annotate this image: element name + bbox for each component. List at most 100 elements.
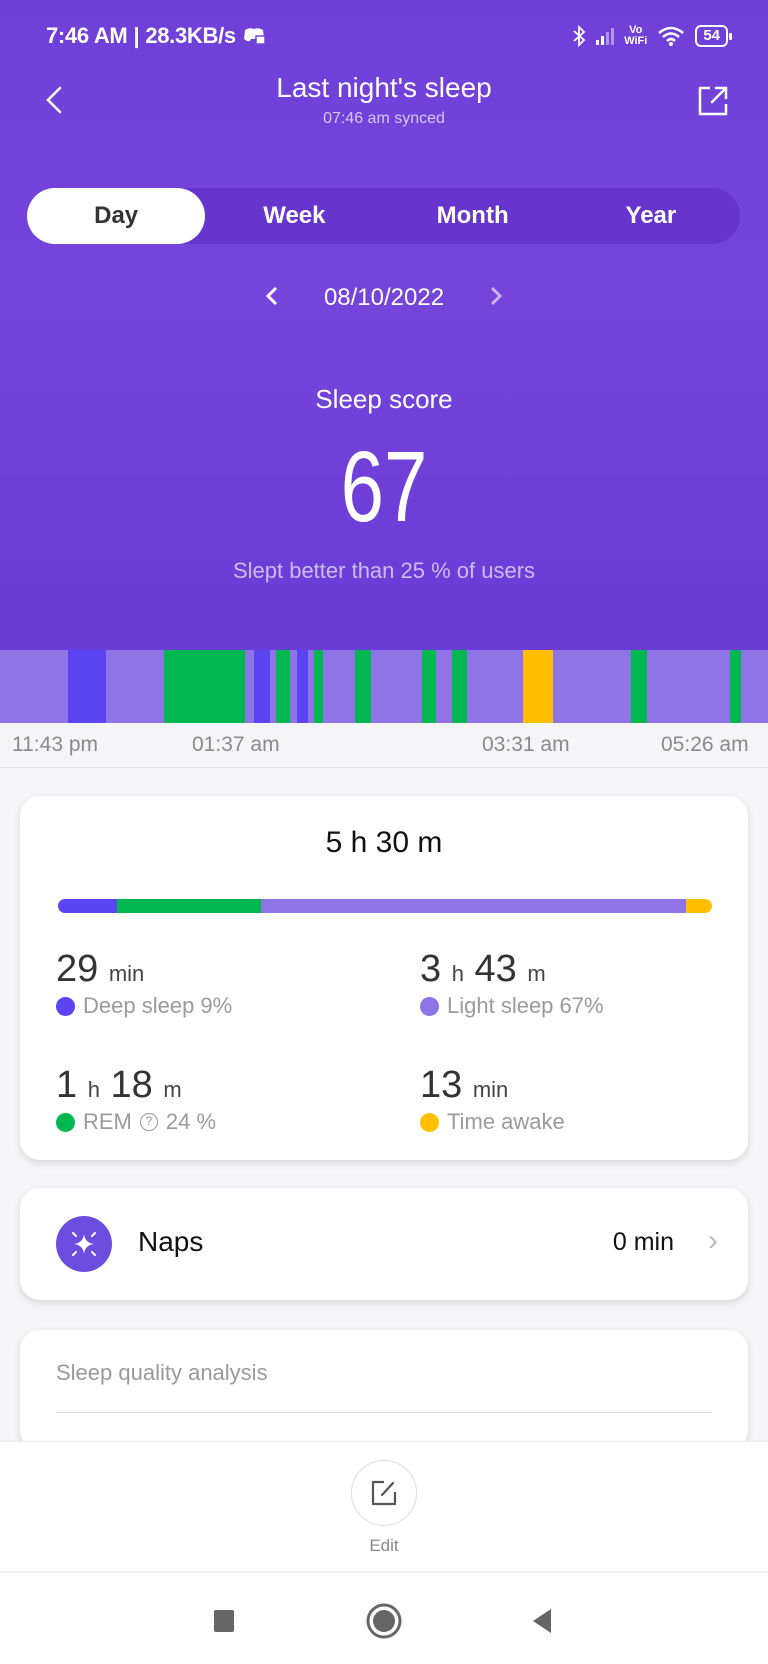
timeline-segment-light xyxy=(552,650,632,723)
signal-icon xyxy=(596,27,615,45)
timeline-segment-light xyxy=(370,650,422,723)
timeline-segment-light xyxy=(244,650,255,723)
timeline-segment-light xyxy=(0,650,69,723)
timeline-segment-deep xyxy=(297,650,308,723)
chevron-left-icon xyxy=(265,286,277,305)
square-icon xyxy=(214,1610,234,1632)
rem-percent: 24 % xyxy=(165,1109,217,1134)
timeline-segment-light xyxy=(290,650,298,723)
naps-label: Naps xyxy=(138,1226,204,1257)
light-minutes: 43 xyxy=(474,948,517,990)
light-label: Light sleep 67% xyxy=(447,993,604,1018)
bluetooth-icon xyxy=(573,25,586,47)
tab-week[interactable]: Week xyxy=(205,188,383,244)
rem-minutes: 18 xyxy=(110,1064,153,1106)
stat-awake: 13 min Time awake xyxy=(420,1064,740,1135)
timeline-segment-deep xyxy=(68,650,106,723)
timeline-segment-rem xyxy=(314,650,324,723)
share-icon xyxy=(698,86,728,116)
triangle-back-icon xyxy=(533,1609,551,1633)
rem-dot-icon xyxy=(56,1112,75,1132)
sleep-score-comparison: Slept better than 25 % of users xyxy=(232,558,536,583)
chevron-right-icon: › xyxy=(708,1224,718,1257)
period-tabs: Day Week Month Year xyxy=(27,188,740,244)
timeline-segment-rem xyxy=(452,650,467,723)
breakdown-segment-rem xyxy=(116,899,261,913)
back-nav-button[interactable] xyxy=(522,1601,562,1641)
circle-icon xyxy=(366,1603,402,1639)
tick-label: 11:43 pm xyxy=(12,733,98,756)
timeline-segment-awake xyxy=(523,650,553,723)
home-button[interactable] xyxy=(364,1601,404,1641)
breakdown-segment-awake xyxy=(685,899,712,913)
date-navigator: 08/10/2022 xyxy=(0,278,768,318)
awake-dot-icon xyxy=(420,1112,439,1132)
light-dot-icon xyxy=(420,996,439,1016)
light-hours-unit: h xyxy=(451,961,464,986)
hero-header: 7:46 AM | 28.3KB/s Vo WiFi 54 Last night'… xyxy=(0,0,768,650)
naps-card[interactable]: Naps 0 min › xyxy=(20,1188,748,1300)
wifi-icon xyxy=(658,26,685,46)
edit-bar: Edit xyxy=(0,1441,768,1571)
question-circle-icon[interactable]: ? xyxy=(139,1113,158,1131)
tab-day[interactable]: Day xyxy=(27,188,206,244)
status-time: 7:46 AM xyxy=(46,23,128,48)
current-date: 08/10/2022 xyxy=(323,284,445,311)
breakdown-segment-light xyxy=(260,899,686,913)
recents-button[interactable] xyxy=(204,1601,244,1641)
sleep-quality-card: Sleep quality analysis xyxy=(20,1330,748,1450)
sparkle-icon xyxy=(56,1216,112,1272)
timeline-segment-deep xyxy=(254,650,271,723)
edit-button[interactable] xyxy=(351,1460,417,1526)
light-hours: 3 xyxy=(420,948,442,990)
page-title: Last night's sleep xyxy=(276,72,492,103)
sync-status: 07:46 am synced xyxy=(323,110,445,127)
sleep-stage-timeline[interactable] xyxy=(0,650,768,723)
title-bar: Last night's sleep 07:46 am synced xyxy=(0,70,768,140)
tick-label: 01:37 am xyxy=(192,733,280,756)
edit-label: Edit xyxy=(369,1536,399,1555)
rem-hours-unit: h xyxy=(87,1077,100,1102)
tick-label: 05:26 am xyxy=(661,733,749,756)
rem-hours: 1 xyxy=(56,1064,78,1106)
timeline-segment-light xyxy=(646,650,730,723)
timeline-segment-light xyxy=(466,650,523,723)
vowifi-icon: Vo WiFi xyxy=(624,24,648,47)
sleep-summary-card: 5 h 30 m 29 min Deep sleep 9% 3 h 43 m L… xyxy=(20,796,748,1160)
timeline-segment-rem xyxy=(729,650,742,723)
status-bar: 7:46 AM | 28.3KB/s Vo WiFi 54 xyxy=(46,18,732,54)
rem-label: REM xyxy=(83,1109,132,1134)
awake-unit: min xyxy=(472,1077,509,1102)
stat-light-sleep: 3 h 43 m Light sleep 67% xyxy=(420,948,740,1019)
stat-rem: 1 h 18 m REM? 24 % xyxy=(56,1064,376,1135)
divider xyxy=(56,1412,712,1413)
discord-icon xyxy=(243,28,266,45)
breakdown-segment-deep xyxy=(58,899,117,913)
battery-icon: 54 xyxy=(695,25,732,47)
next-date-button[interactable] xyxy=(484,283,508,314)
light-minutes-unit: m xyxy=(527,961,546,986)
sleep-score-value: 67 xyxy=(340,431,428,543)
naps-value: 0 min xyxy=(612,1228,674,1256)
sleep-score-label: Sleep score xyxy=(315,384,453,414)
chevron-right-icon xyxy=(491,286,503,305)
sleep-quality-title: Sleep quality analysis xyxy=(56,1360,268,1385)
timeline-axis: 11:43 pm 01:37 am 03:31 am 05:26 am xyxy=(0,723,768,768)
timeline-segment-rem xyxy=(275,650,291,723)
tab-year[interactable]: Year xyxy=(562,188,740,244)
prev-date-button[interactable] xyxy=(260,283,284,314)
deep-dot-icon xyxy=(56,996,75,1016)
timeline-segment-rem xyxy=(421,650,437,723)
system-nav-bar xyxy=(0,1571,768,1664)
network-speed: 28.3KB/s xyxy=(145,23,236,48)
timeline-segment-light xyxy=(105,650,165,723)
timeline-segment-light xyxy=(741,650,768,723)
share-button[interactable] xyxy=(692,80,732,120)
awake-value: 13 xyxy=(420,1064,463,1106)
timeline-segment-rem xyxy=(164,650,245,723)
total-sleep-duration: 5 h 30 m xyxy=(325,826,443,859)
tab-month[interactable]: Month xyxy=(384,188,562,244)
awake-label: Time awake xyxy=(447,1109,565,1134)
stat-deep-sleep: 29 min Deep sleep 9% xyxy=(56,948,376,1019)
tick-label: 03:31 am xyxy=(482,733,570,756)
